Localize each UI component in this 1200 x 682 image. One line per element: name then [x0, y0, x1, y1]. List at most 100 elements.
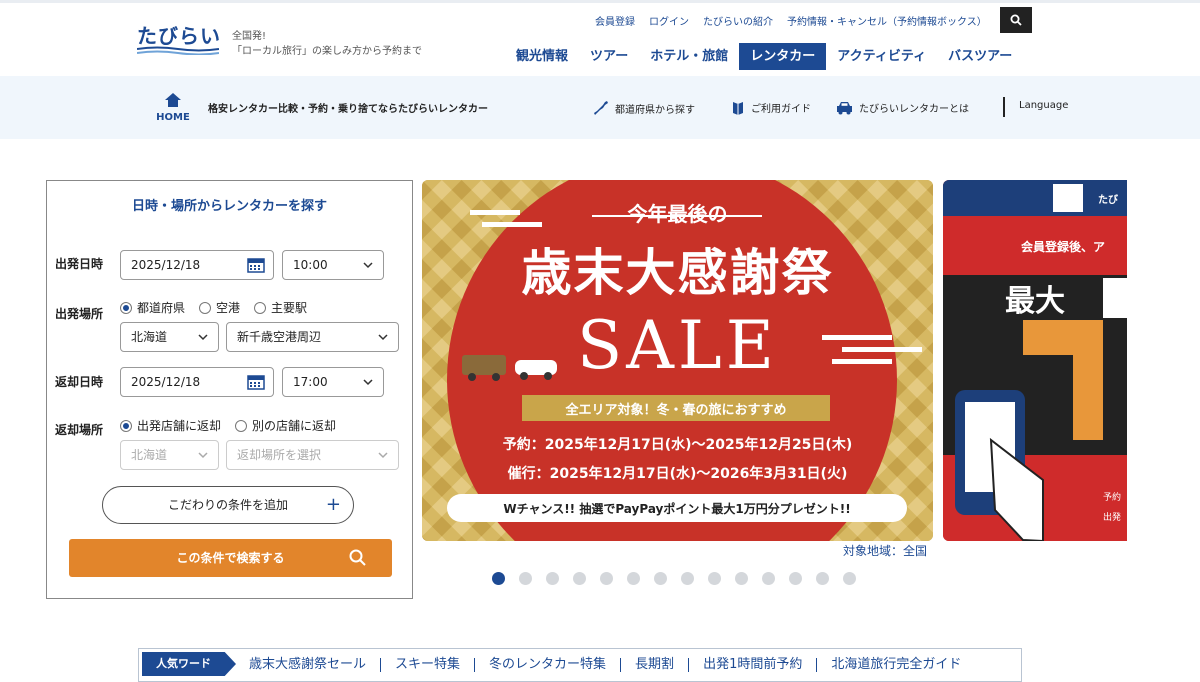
calendar-icon[interactable] — [247, 374, 265, 390]
depart-area-select[interactable]: 新千歳空港周辺 — [226, 322, 399, 352]
add-conditions-button[interactable]: こだわりの条件を追加 + — [102, 486, 354, 524]
about-link[interactable]: たびらいレンタカーとは — [836, 100, 969, 115]
popular-word[interactable]: スキー特集 — [380, 658, 474, 672]
return-time-select[interactable]: 17:00 — [282, 367, 384, 397]
return-place-label: 返却場所 — [55, 423, 104, 437]
calendar-icon[interactable] — [247, 257, 265, 273]
banner-membership[interactable]: たび 会員登録後、ア 最大 予約 出発 — [943, 180, 1127, 541]
carousel-dot[interactable] — [789, 572, 802, 585]
search-submit-label: この条件で検索する — [176, 551, 285, 565]
search-panel: 日時・場所からレンタカーを探す 出発日時 2025/12/18 10:00 出発… — [46, 180, 413, 599]
nav-sightseeing[interactable]: 観光情報 — [505, 43, 579, 70]
radio-station-label: 主要駅 — [271, 301, 308, 315]
nav-hotel[interactable]: ホテル・旅館 — [639, 43, 739, 70]
home-label: HOME — [156, 112, 190, 123]
util-about[interactable]: たびらいの紹介 — [703, 13, 773, 29]
radio-on-icon — [120, 301, 132, 314]
language-link[interactable]: Language — [1019, 100, 1068, 111]
carousel-dot[interactable] — [546, 572, 559, 585]
banner2-artwork — [943, 180, 1127, 541]
carousel-dot[interactable] — [708, 572, 721, 585]
return-date-field[interactable]: 2025/12/18 — [120, 367, 274, 397]
util-reservation[interactable]: 予約情報・キャンセル（予約情報ボックス） — [787, 13, 987, 29]
popular-word[interactable]: 歳末大感謝祭セール — [249, 658, 380, 672]
prefecture-link-label: 都道府県から探す — [615, 104, 695, 116]
tagline: 全国発! 「ローカル旅行」の楽しみ方から予約まで — [232, 29, 422, 59]
carousel-dot[interactable] — [654, 572, 667, 585]
add-conditions-label: こだわりの条件を追加 — [167, 498, 288, 512]
logo[interactable]: たびらい — [137, 20, 221, 49]
return-place-radios: 出発店舗に返却 別の店舗に返却 — [120, 417, 336, 434]
banner-headline-small: 今年最後の — [627, 202, 728, 226]
popular-word[interactable]: 冬のレンタカー特集 — [474, 658, 620, 672]
banner-sale-text: SALE — [577, 307, 778, 384]
radio-prefecture[interactable]: 都道府県 — [120, 299, 185, 316]
book-icon — [733, 102, 743, 115]
depart-pref-select[interactable]: 北海道 — [120, 322, 219, 352]
radio-on-icon — [120, 419, 132, 432]
home-link[interactable]: HOME — [155, 92, 191, 123]
depart-place-radios: 都道府県 空港 主要駅 — [120, 299, 307, 316]
nav-activity[interactable]: アクティビティ — [826, 43, 937, 70]
depart-time-select[interactable]: 10:00 — [282, 250, 384, 280]
carousel-dot[interactable] — [816, 572, 829, 585]
utility-links: 会員登録 ログイン たびらいの紹介 予約情報・キャンセル（予約情報ボックス） — [595, 13, 1001, 29]
carousel-dot[interactable] — [843, 572, 856, 585]
radio-same-store-label: 出発店舗に返却 — [137, 419, 222, 433]
banner2-small1: 予約 — [1103, 493, 1122, 503]
page-title: 格安レンタカー比較・予約・乗り捨てならたびらいレンタカー — [208, 104, 488, 115]
carousel-dot[interactable] — [681, 572, 694, 585]
chevron-down-icon — [363, 262, 373, 269]
return-area-select[interactable]: 返却場所を選択 — [226, 440, 399, 470]
return-pref-value: 北海道 — [131, 448, 168, 462]
return-pref-select[interactable]: 北海道 — [120, 440, 219, 470]
popular-word[interactable]: 北海道旅行完全ガイド — [816, 658, 975, 672]
depart-date-label: 出発日時 — [55, 257, 104, 271]
nav-bustour[interactable]: バスツアー — [937, 43, 1023, 70]
nav-rentacar[interactable]: レンタカー — [739, 43, 827, 70]
chevron-down-icon — [198, 334, 208, 341]
search-icon — [349, 549, 366, 566]
popular-word[interactable]: 出発1時間前予約 — [688, 658, 816, 672]
return-time-value: 17:00 — [293, 375, 328, 389]
carousel-dot[interactable] — [519, 572, 532, 585]
util-login[interactable]: ログイン — [649, 13, 689, 29]
depart-date-field[interactable]: 2025/12/18 — [120, 250, 274, 280]
depart-place-label: 出発場所 — [55, 307, 104, 321]
about-link-label: たびらいレンタカーとは — [859, 104, 969, 115]
carousel-dot[interactable] — [600, 572, 613, 585]
divider — [1003, 97, 1005, 117]
top-header: たびらい 全国発! 「ローカル旅行」の楽しみ方から予約まで 会員登録 ログイン … — [0, 0, 1200, 76]
search-icon — [1010, 14, 1022, 26]
chevron-down-icon — [363, 379, 373, 386]
guide-link[interactable]: ご利用ガイド — [731, 100, 811, 115]
popular-tag: 人気ワード — [142, 652, 236, 676]
popular-word[interactable]: 長期割 — [620, 658, 688, 672]
tagline-line2: 「ローカル旅行」の楽しみ方から予約まで — [232, 46, 422, 57]
logo-wave-icon — [137, 46, 219, 55]
radio-other-store[interactable]: 別の店舗に返却 — [235, 417, 336, 434]
banner2-brand: たび — [1098, 195, 1118, 206]
util-register[interactable]: 会員登録 — [595, 13, 635, 29]
return-date-label: 返却日時 — [55, 375, 104, 389]
radio-station[interactable]: 主要駅 — [254, 299, 307, 316]
guide-link-label: ご利用ガイド — [751, 104, 811, 115]
nav-tour[interactable]: ツアー — [579, 43, 639, 70]
car-icon — [837, 101, 852, 114]
carousel-dot[interactable] — [492, 572, 505, 585]
carousel-dot[interactable] — [573, 572, 586, 585]
banner-sale[interactable]: 今年最後の 歳末大感謝祭 SALE 全エリア対象！冬・春の旅におすすめ 予約：2… — [422, 180, 933, 541]
radio-same-store[interactable]: 出発店舗に返却 — [120, 417, 221, 434]
search-submit-button[interactable]: この条件で検索する — [69, 539, 392, 577]
carousel-dot[interactable] — [762, 572, 775, 585]
carousel-dot[interactable] — [627, 572, 640, 585]
banner-travel-period: 催行：2025年12月17日(水)～2026年3月31日(火) — [507, 466, 848, 482]
radio-airport[interactable]: 空港 — [199, 299, 240, 316]
banner2-line1: 会員登録後、ア — [1021, 240, 1106, 254]
prefecture-link[interactable]: 都道府県から探す — [593, 100, 695, 116]
carousel-dot[interactable] — [735, 572, 748, 585]
chevron-down-icon — [198, 452, 208, 459]
depart-pref-value: 北海道 — [131, 330, 168, 344]
header-search-button[interactable] — [1000, 7, 1032, 33]
depart-date-value: 2025/12/18 — [131, 258, 201, 272]
